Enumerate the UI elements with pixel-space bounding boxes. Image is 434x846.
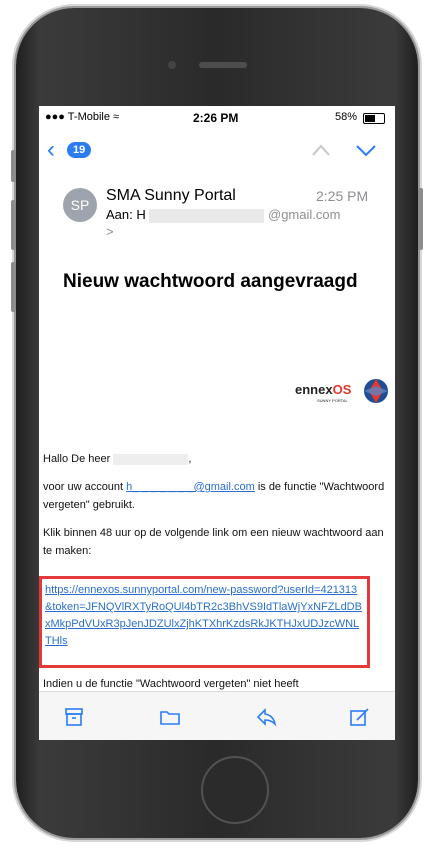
instructions-paragraph: Klik binnen 48 uur op de volgende link o… xyxy=(43,527,384,557)
power-button xyxy=(418,188,423,250)
earpiece-speaker xyxy=(199,62,247,68)
mail-nav-bar: ‹ 19 xyxy=(39,134,395,166)
sender-name[interactable]: SMA Sunny Portal xyxy=(106,187,236,205)
battery-icon xyxy=(363,113,385,124)
details-expand-icon[interactable]: > xyxy=(106,224,114,239)
back-chevron-icon[interactable]: ‹ xyxy=(47,138,55,162)
greeting: Hallo De heer , xyxy=(43,453,192,465)
volume-up-button xyxy=(11,200,16,250)
avatar: SP xyxy=(63,188,97,222)
received-time: 2:25 PM xyxy=(316,188,369,204)
recipient-label: Aan: H xyxy=(106,207,146,222)
chevron-up-icon[interactable] xyxy=(311,140,331,160)
truncated-paragraph: Indien u de functie "Wachtwoord vergeten… xyxy=(43,678,299,690)
volume-down-button xyxy=(11,262,16,312)
reply-icon[interactable] xyxy=(255,706,277,728)
message-header: SP SMA Sunny Portal 2:25 PM Aan: H @gmai… xyxy=(39,176,395,246)
recipient-line[interactable]: Aan: H @gmail.com xyxy=(106,207,340,223)
chevron-down-icon[interactable] xyxy=(355,140,377,160)
redacted-recipient xyxy=(149,208,265,223)
home-button[interactable] xyxy=(201,756,269,824)
recipient-domain: @gmail.com xyxy=(268,207,341,222)
back-count-badge[interactable]: 19 xyxy=(67,142,92,158)
reset-password-link[interactable]: https://ennexos.sunnyportal.com/new-pass… xyxy=(45,584,362,647)
compose-icon[interactable] xyxy=(349,706,371,728)
carrier-label: ●●● T-Mobile ≈ xyxy=(45,111,120,123)
globe-logo-icon xyxy=(364,379,388,403)
folder-icon[interactable] xyxy=(159,706,181,728)
message-body: Hallo De heer , voor uw account h_ _ _ _… xyxy=(43,450,389,570)
status-bar: ●●● T-Mobile ≈ 2:26 PM 58% xyxy=(39,106,395,128)
bottom-toolbar xyxy=(39,691,395,740)
archive-icon[interactable] xyxy=(63,706,85,728)
account-paragraph: voor uw account h_ _ _ _ _ _ _@gmail.com… xyxy=(43,481,385,511)
front-camera xyxy=(168,61,176,69)
logo-subtitle: SUNNY PORTAL xyxy=(317,398,348,403)
redacted-name xyxy=(113,453,189,465)
battery-percent: 58% xyxy=(334,111,357,123)
ennexos-logo: ennexOS SUNNY PORTAL xyxy=(295,374,391,408)
account-email-link[interactable]: h_ _ _ _ _ _ _@gmail.com xyxy=(126,481,255,493)
mute-switch xyxy=(11,150,16,182)
reset-link-highlight: https://ennexos.sunnyportal.com/new-pass… xyxy=(39,576,370,668)
screen: ●●● T-Mobile ≈ 2:26 PM 58% ‹ 19 SP SMA S… xyxy=(39,106,395,740)
status-time: 2:26 PM xyxy=(193,111,239,125)
logo-wordmark: ennexOS xyxy=(295,382,352,397)
message-subject: Nieuw wachtwoord aangevraagd xyxy=(63,271,358,292)
